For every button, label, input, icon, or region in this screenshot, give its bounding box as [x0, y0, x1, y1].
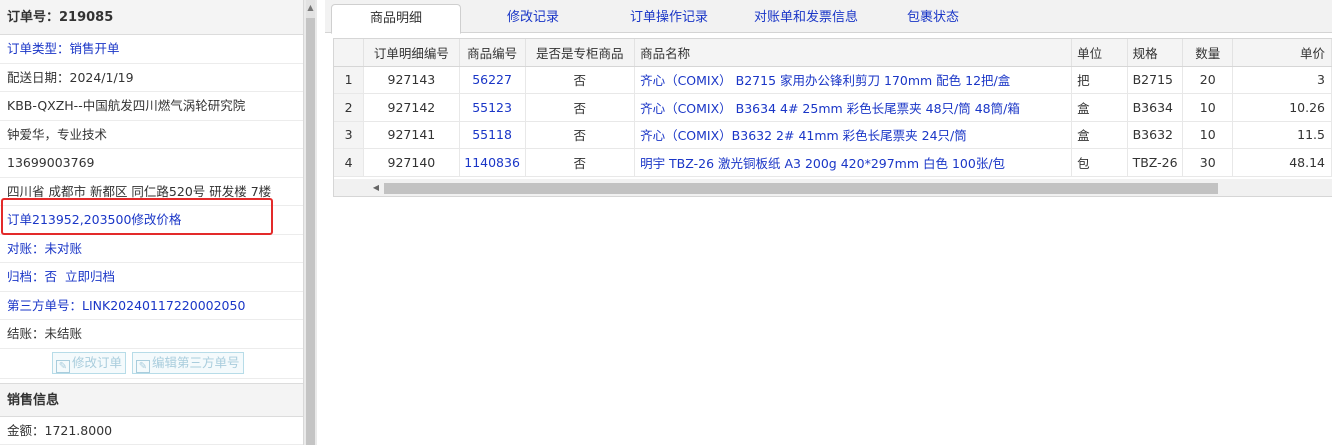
- price-cell: 11.5: [1232, 121, 1332, 149]
- product-name-link[interactable]: 齐心（COMIX）B3632 2# 41mm 彩色长尾票夹 24只/筒: [634, 121, 1073, 149]
- detail-id-cell: 927140: [363, 148, 460, 177]
- detail-id-cell: 927142: [363, 93, 460, 122]
- special-cell: 否: [525, 93, 636, 122]
- table-row[interactable]: 2 927142 55123 否 齐心（COMIX） B3634 4# 25mm…: [334, 93, 1332, 122]
- order-action-buttons: ✎ 修改订单 ✎ 编辑第三方单号: [0, 349, 303, 379]
- col-header-name[interactable]: 商品名称: [634, 39, 1073, 67]
- row-index: 3: [334, 121, 365, 149]
- thirdparty-label: 第三方单号：: [7, 297, 83, 313]
- horizontal-scrollbar[interactable]: ◀: [334, 179, 1332, 196]
- pencil-icon: ✎: [56, 359, 70, 373]
- tab-change-log[interactable]: 修改记录: [475, 4, 591, 33]
- table-header-row: 订单明细编号 商品编号 是否是专柜商品 商品名称 单位 规格 数量 单价: [334, 39, 1332, 67]
- triangle-up-icon[interactable]: ▲: [306, 2, 315, 14]
- col-header-price[interactable]: 单价: [1232, 39, 1332, 67]
- unit-cell: 盒: [1071, 121, 1128, 149]
- col-header-qty[interactable]: 数量: [1182, 39, 1234, 67]
- qty-cell: 20: [1182, 66, 1234, 94]
- spec-cell: B3634: [1127, 93, 1184, 122]
- vertical-scrollbar[interactable]: ▲: [304, 0, 317, 445]
- tab-bar: 商品明细 修改记录 订单操作记录 对账单和发票信息 包裹状态: [325, 0, 1332, 34]
- order-type-label: 订单类型：: [7, 41, 70, 56]
- detail-id-cell: 927141: [363, 121, 460, 149]
- customer-name: KBB-QXZH--中国航发四川燃气涡轮研究院: [0, 92, 303, 121]
- horizontal-scrollbar-thumb[interactable]: [384, 183, 1218, 194]
- row-index: 4: [334, 148, 365, 177]
- qty-cell: 10: [1182, 121, 1234, 149]
- contact-person: 钟爱华，专业技术: [0, 121, 303, 149]
- pencil-icon: ✎: [136, 359, 150, 373]
- sku-link[interactable]: 55118: [459, 121, 526, 149]
- edit-order-button[interactable]: ✎ 修改订单: [52, 351, 127, 374]
- product-table: 订单明细编号 商品编号 是否是专柜商品 商品名称 单位 规格 数量 单价 1 9…: [334, 39, 1332, 177]
- qty-cell: 10: [1182, 93, 1234, 122]
- order-number-title: 订单号：219085: [0, 0, 303, 35]
- col-header-sku[interactable]: 商品编号: [459, 39, 526, 67]
- order-note: 订单213952,203500修改价格: [0, 206, 303, 235]
- archive-label: 归档：: [7, 269, 45, 284]
- edit-thirdparty-label: 编辑第三方单号: [152, 354, 240, 370]
- sku-link[interactable]: 56227: [459, 66, 526, 94]
- archive-value: 否: [44, 269, 58, 284]
- sku-link[interactable]: 1140836: [459, 148, 526, 177]
- special-cell: 否: [525, 121, 636, 149]
- sku-link[interactable]: 55123: [459, 93, 526, 122]
- price-cell: 3: [1232, 66, 1332, 94]
- col-header-special[interactable]: 是否是专柜商品: [525, 39, 636, 67]
- reconcile-label: 对账：: [7, 240, 45, 256]
- table-row[interactable]: 3 927141 55118 否 齐心（COMIX）B3632 2# 41mm …: [334, 121, 1332, 149]
- special-cell: 否: [525, 148, 636, 177]
- col-header-index: [334, 39, 365, 67]
- settle-status: 结账：未结账: [0, 320, 303, 349]
- tab-product-details[interactable]: 商品明细: [331, 4, 461, 34]
- edit-order-label: 修改订单: [72, 354, 123, 370]
- order-type-value: 销售开单: [69, 41, 120, 56]
- tab-package-status[interactable]: 包裹状态: [885, 4, 981, 33]
- detail-panel: 商品明细 修改记录 订单操作记录 对账单和发票信息 包裹状态 订单明细编号 商品…: [325, 0, 1332, 445]
- thirdparty-value: LINK20240117220002050: [82, 297, 246, 313]
- row-index: 2: [334, 93, 365, 122]
- archive-row: 归档：否 立即归档: [0, 263, 303, 292]
- qty-cell: 30: [1182, 148, 1234, 177]
- special-cell: 否: [525, 66, 636, 94]
- thirdparty-row: 第三方单号：LINK20240117220002050: [0, 292, 303, 320]
- product-name-link[interactable]: 齐心（COMIX） B2715 家用办公锋利剪刀 170mm 配色 12把/盒: [634, 66, 1073, 94]
- tab-order-operation-log[interactable]: 订单操作记录: [605, 4, 733, 33]
- spec-cell: B3632: [1127, 121, 1184, 149]
- col-header-detail-id[interactable]: 订单明细编号: [363, 39, 460, 67]
- price-cell: 48.14: [1232, 148, 1332, 177]
- order-info-panel: 订单号：219085 订单类型：销售开单 配送日期：2024/1/19 KBB-…: [0, 0, 304, 445]
- sales-info-section-title: 销售信息: [0, 382, 303, 417]
- sales-amount: 金额：1721.8000: [0, 417, 303, 445]
- delivery-address: 四川省 成都市 新都区 同仁路520号 研发楼 7楼: [0, 178, 303, 206]
- unit-cell: 把: [1071, 66, 1128, 94]
- edit-thirdparty-button[interactable]: ✎ 编辑第三方单号: [132, 351, 244, 374]
- unit-cell: 盒: [1071, 93, 1128, 122]
- order-type-row: 订单类型：销售开单: [0, 35, 303, 64]
- spec-cell: B2715: [1127, 66, 1184, 94]
- archive-now-link[interactable]: 立即归档: [65, 269, 115, 284]
- reconcile-value: 未对账: [44, 240, 83, 256]
- product-name-link[interactable]: 齐心（COMIX） B3634 4# 25mm 彩色长尾票夹 48只/筒 48筒…: [634, 93, 1073, 122]
- tab-reconcile-invoice[interactable]: 对账单和发票信息: [739, 4, 873, 33]
- table-row[interactable]: 1 927143 56227 否 齐心（COMIX） B2715 家用办公锋利剪…: [334, 66, 1332, 94]
- product-grid: 订单明细编号 商品编号 是否是专柜商品 商品名称 单位 规格 数量 单价 1 9…: [333, 38, 1332, 197]
- row-index: 1: [334, 66, 365, 94]
- detail-id-cell: 927143: [363, 66, 460, 94]
- col-header-spec[interactable]: 规格: [1127, 39, 1184, 67]
- unit-cell: 包: [1071, 148, 1128, 177]
- spec-cell: TBZ-26: [1127, 148, 1184, 177]
- price-cell: 10.26: [1232, 93, 1332, 122]
- reconcile-row: 对账：未对账: [0, 235, 303, 263]
- table-row[interactable]: 4 927140 1140836 否 明宇 TBZ-26 激光铜板纸 A3 20…: [334, 148, 1332, 177]
- product-name-link[interactable]: 明宇 TBZ-26 激光铜板纸 A3 200g 420*297mm 白色 100…: [634, 148, 1073, 177]
- col-header-unit[interactable]: 单位: [1071, 39, 1128, 67]
- scrollbar-thumb[interactable]: [306, 18, 315, 445]
- delivery-date: 配送日期：2024/1/19: [0, 64, 303, 92]
- contact-phone: 13699003769: [0, 149, 303, 178]
- triangle-left-icon[interactable]: ◀: [369, 179, 383, 196]
